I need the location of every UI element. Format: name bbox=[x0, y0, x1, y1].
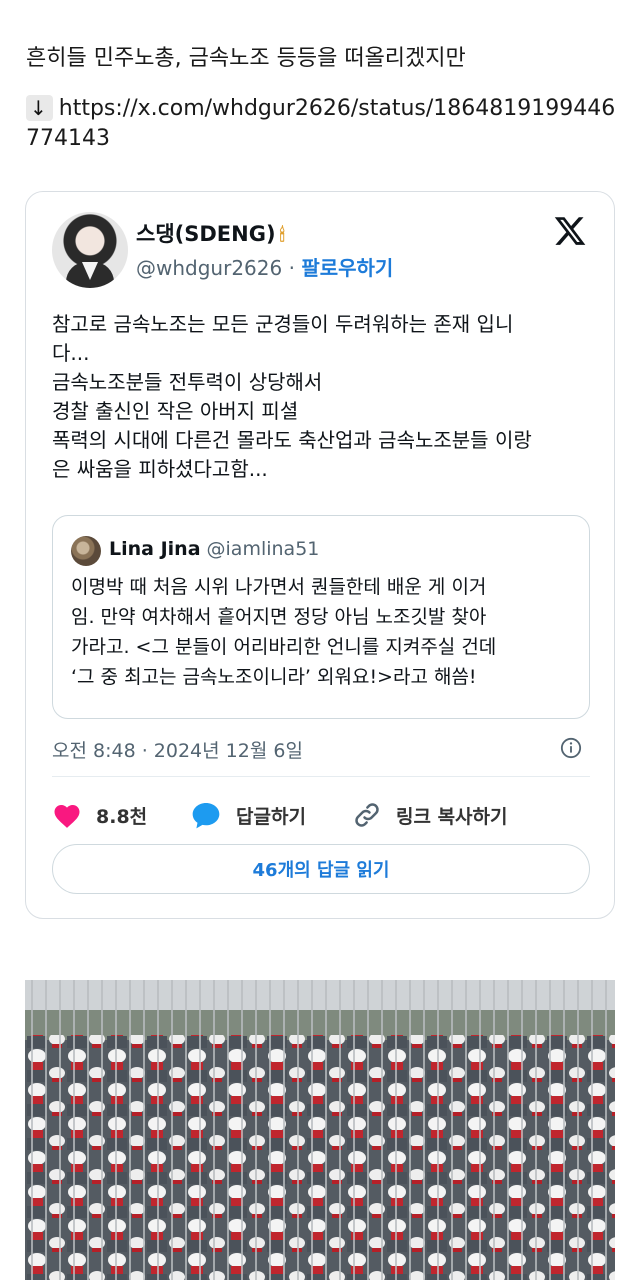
reply-label: 답글하기 bbox=[236, 805, 306, 828]
tweet-text-line: 참고로 금속노조는 모든 군경들이 두려워하는 존재 입니 bbox=[52, 312, 514, 336]
tweet-actions: 8.8천 답글하기 링크 복사하기 bbox=[52, 798, 590, 832]
tweet-text-line: 폭력의 시대에 다른건 몰라도 축산업과 금속노조분들 이랑 bbox=[52, 428, 532, 452]
speech-bubble-icon bbox=[192, 803, 220, 829]
candle-emoji-icon: 🕯 bbox=[279, 225, 285, 246]
quote-text: 이명박 때 처음 시위 나가면서 퀀들한테 배운 게 이거 임. 만약 여차해서… bbox=[71, 572, 576, 692]
author-name-text: 스댕(SDENG) bbox=[136, 222, 276, 246]
quote-text-line: 임. 만약 여차해서 흩어지면 정당 아님 노조깃발 찾아 bbox=[71, 606, 487, 628]
like-count: 8.8천 bbox=[96, 805, 148, 828]
info-icon[interactable] bbox=[560, 737, 582, 759]
tweet-text-line: 다... bbox=[52, 341, 90, 365]
heart-icon bbox=[54, 805, 80, 828]
source-link-row[interactable]: ↓ https://x.com/whdgur2626/status/1864819… bbox=[26, 94, 622, 154]
separator-dot: · bbox=[288, 256, 295, 280]
down-arrow-icon: ↓ bbox=[26, 95, 53, 121]
source-url[interactable]: https://x.com/whdgur2626/status/18648191… bbox=[26, 96, 615, 151]
embedded-tweet-card[interactable]: 스댕(SDENG) 🕯 @whdgur2626 · 팔로우하기 참고로 금속노조는… bbox=[25, 191, 615, 919]
quote-text-line: 이명박 때 처음 시위 나가면서 퀀들한테 배운 게 이거 bbox=[71, 576, 487, 598]
copy-link-button[interactable]: 링크 복사하기 bbox=[352, 798, 508, 832]
quote-avatar[interactable] bbox=[71, 536, 101, 566]
tweet-text-line: 금속노조분들 전투력이 상당해서 bbox=[52, 370, 323, 394]
tweet-timestamp[interactable]: 오전 8:48 · 2024년 12월 6일 bbox=[52, 736, 303, 763]
author-handle-row: @whdgur2626 · 팔로우하기 bbox=[136, 252, 393, 281]
author-handle[interactable]: @whdgur2626 bbox=[136, 256, 282, 280]
reply-button[interactable]: 답글하기 bbox=[190, 798, 306, 832]
quote-text-line: 가라고. <그 분들이 어리바리한 언니를 지켜주실 건데 bbox=[71, 636, 497, 658]
read-replies-button[interactable]: 46개의 답글 읽기 bbox=[52, 844, 590, 894]
tweet-text-line: 은 싸움을 피하셨다고함... bbox=[52, 457, 268, 481]
tweet-text-line: 경찰 출신인 작은 아버지 피셜 bbox=[52, 399, 299, 423]
quote-author-handle: @iamlina51 bbox=[206, 538, 320, 560]
avatar[interactable] bbox=[52, 212, 128, 288]
quoted-tweet[interactable]: Lina Jina @iamlina51 이명박 때 처음 시위 나가면서 퀀들한… bbox=[52, 515, 590, 719]
author-name[interactable]: 스댕(SDENG) 🕯 bbox=[136, 218, 285, 248]
quote-text-line: ‘그 중 최고는 금속노조이니라’ 외워요!>라고 해씀! bbox=[71, 666, 477, 688]
like-button[interactable]: 8.8천 bbox=[52, 798, 147, 832]
quote-author-name: Lina Jina bbox=[109, 538, 201, 560]
x-logo-icon[interactable] bbox=[552, 214, 588, 248]
link-icon bbox=[355, 803, 379, 827]
tweet-text: 참고로 금속노조는 모든 군경들이 두려워하는 존재 입니 다... 금속노조분… bbox=[52, 310, 592, 484]
quote-author[interactable]: Lina Jina @iamlina51 bbox=[109, 538, 319, 560]
copy-link-label: 링크 복사하기 bbox=[396, 805, 508, 828]
protest-crowd-image bbox=[25, 980, 615, 1280]
divider bbox=[52, 776, 590, 777]
protest-photo bbox=[25, 980, 615, 1280]
follow-button[interactable]: 팔로우하기 bbox=[301, 256, 393, 280]
intro-text: 흔히들 민주노총, 금속노조 등등을 떠올리겠지만 bbox=[26, 46, 466, 71]
